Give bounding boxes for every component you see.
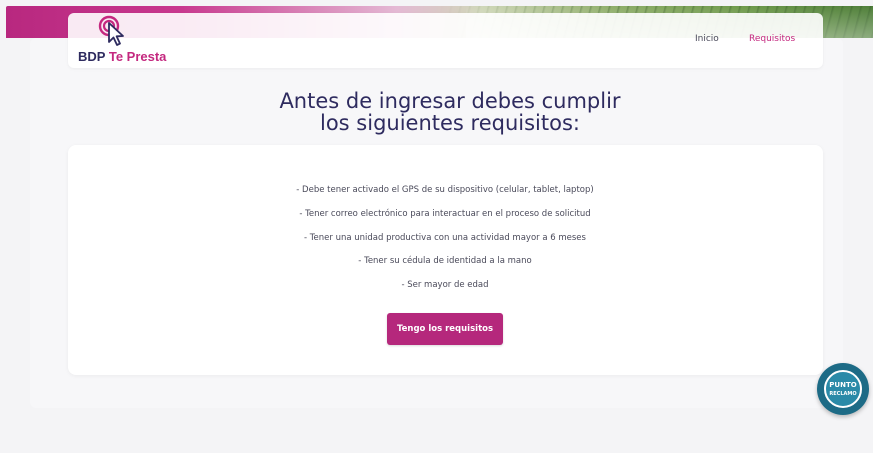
nav-link-inicio[interactable]: Inicio [695,34,719,44]
punto-reclamo-button[interactable]: PUNTO RECLAMO [817,363,869,415]
requirement-item: - Tener su cédula de identidad a la mano [358,256,532,266]
brand-name-part1: BDP [78,49,106,64]
page-title-line2: los siguientes requisitos: [320,111,580,135]
punto-reclamo-line1: PUNTO [829,381,857,389]
page-title-line1: Antes de ingresar debes cumplir [279,89,621,113]
brand-name: BDP Te Presta [78,49,166,64]
brand-logo[interactable]: BDP Te Presta [78,15,188,64]
requirement-item: - Ser mayor de edad [401,280,489,290]
nav-link-requisitos[interactable]: Requisitos [749,34,795,44]
page-title: Antes de ingresar debes cumplir los sigu… [0,90,873,134]
confirm-requirements-button[interactable]: Tengo los requisitos [387,313,503,345]
cursor-click-icon [98,15,124,46]
requirement-item: - Tener una unidad productiva con una ac… [304,233,586,243]
punto-reclamo-line2: RECLAMO [829,391,857,397]
punto-reclamo-icon: PUNTO RECLAMO [824,370,862,408]
brand-name-part2: Te Presta [108,49,167,64]
requirement-item: - Debe tener activado el GPS de su dispo… [296,185,594,195]
requirement-item: - Tener correo electrónico para interact… [299,209,591,219]
